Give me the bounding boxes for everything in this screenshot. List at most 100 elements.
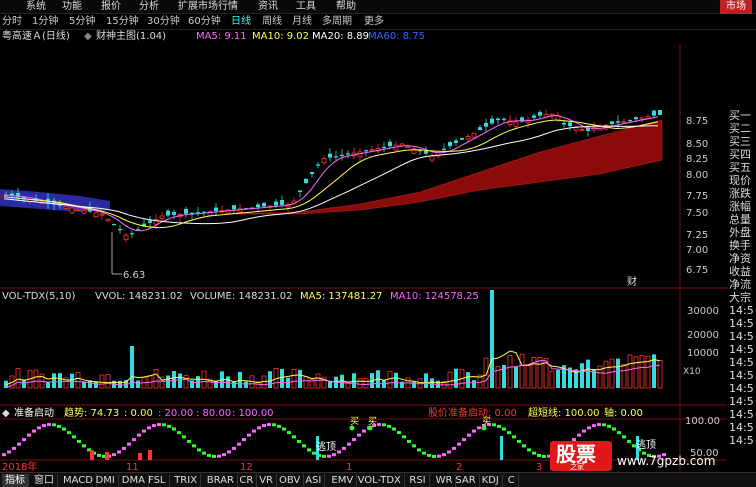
sub-dot	[232, 446, 236, 450]
tab-vol-tdx[interactable]: VOL-TDX	[355, 474, 405, 487]
sub-dot	[82, 444, 86, 448]
candle-body	[405, 146, 411, 149]
kline-chart[interactable]: 6.63 财 8.75 8.50 8.25 8.00 7.75 7.50 7.2…	[0, 44, 727, 472]
tab-emv[interactable]: EMV	[328, 474, 358, 487]
quote-field-label: 涨幅	[729, 200, 751, 213]
candle-body	[99, 213, 105, 216]
period-weekly[interactable]: 周线	[262, 15, 282, 29]
sub-dot	[287, 431, 291, 435]
tab-fsl[interactable]: FSL	[145, 474, 170, 487]
menu-system[interactable]: 系统	[26, 0, 46, 14]
candle-body	[81, 209, 87, 214]
menu-function[interactable]: 功能	[62, 0, 82, 14]
menu-tools[interactable]: 工具	[296, 0, 316, 14]
sub-dot	[147, 426, 151, 430]
candle-body	[310, 172, 314, 174]
sub-dot	[462, 438, 466, 442]
volume-label: VOLUME: 148231.02	[190, 291, 293, 302]
vol-tick: 20000	[687, 330, 719, 341]
sub-dot	[537, 453, 541, 457]
sub-dot	[2, 453, 6, 457]
sub-dot	[322, 454, 326, 458]
volume-bar	[183, 375, 189, 389]
volume-bar	[82, 381, 86, 388]
volume-bar	[412, 381, 416, 388]
period-30min[interactable]: 30分钟	[147, 15, 180, 29]
menu-help[interactable]: 帮助	[336, 0, 356, 14]
candle-body	[478, 127, 482, 130]
volume-bar	[627, 354, 633, 389]
menu-news[interactable]: 资讯	[258, 0, 278, 14]
candle-body	[429, 155, 435, 161]
sub-dot	[117, 450, 121, 454]
period-daily[interactable]: 日线	[231, 15, 251, 29]
tab-rsi[interactable]: RSI	[406, 474, 430, 487]
sub-dot	[607, 424, 611, 428]
candle-body	[484, 122, 488, 127]
indicator-name[interactable]: 财神主图(1.04)	[96, 30, 166, 44]
quote-field-label: 大宗	[729, 291, 751, 304]
candle-body	[105, 218, 111, 222]
tab--[interactable]: 指标	[2, 474, 29, 487]
quote-field-label: 买三	[729, 135, 751, 148]
tab-vr[interactable]: VR	[256, 474, 277, 487]
tick-time: 14:5	[729, 330, 754, 343]
sub-dot	[617, 431, 621, 435]
sub-dot	[97, 453, 101, 457]
period-intraday[interactable]: 分时	[2, 15, 22, 29]
price-tick: 7.50	[686, 208, 708, 219]
period-1min[interactable]: 1分钟	[32, 15, 58, 29]
date-label: 1	[346, 462, 352, 472]
menu-ext-market[interactable]: 扩展市场行情	[178, 0, 238, 14]
tab-brar[interactable]: BRAR	[204, 474, 238, 487]
tab-cr[interactable]: CR	[236, 474, 258, 487]
volume-bar	[616, 358, 620, 388]
volume-bar	[633, 356, 639, 389]
sub-title[interactable]: 准备启动	[14, 406, 54, 419]
tab-dmi[interactable]: DMI	[93, 474, 119, 487]
date-axis: 2018年 11 12 1 2 3	[2, 460, 542, 472]
sub-dot	[347, 442, 351, 446]
period-more[interactable]: 更多	[364, 15, 384, 29]
candle-body	[364, 150, 368, 152]
sub-dot	[582, 429, 586, 433]
tab-asi[interactable]: ASI	[302, 474, 326, 487]
period-15min[interactable]: 15分钟	[106, 15, 139, 29]
tab-kdj[interactable]: KDJ	[479, 474, 503, 487]
sub-dropdown-icon[interactable]: ◆	[2, 408, 10, 419]
volume-bar	[268, 371, 272, 388]
menu-analysis[interactable]: 分析	[139, 0, 159, 14]
sub-dot	[392, 427, 396, 431]
market-button[interactable]: 市场	[720, 0, 752, 14]
period-multi[interactable]: 多周期	[322, 15, 352, 29]
axis-label: 轴: 0.00	[604, 406, 643, 419]
menu-quote[interactable]: 报价	[101, 0, 121, 14]
super-short-label: 超短线: 100.00	[528, 406, 600, 419]
tab--[interactable]: 窗口	[31, 474, 58, 487]
candle-body	[274, 201, 278, 206]
tab-macd[interactable]: MACD	[60, 474, 97, 487]
candle-body	[460, 138, 464, 140]
tab-sar[interactable]: SAR	[452, 474, 480, 487]
period-5min[interactable]: 5分钟	[69, 15, 95, 29]
buy-label: 买	[350, 416, 359, 427]
tick-time: 14:5	[729, 343, 754, 356]
tab-c[interactable]: C	[505, 474, 519, 487]
period-60min[interactable]: 60分钟	[188, 15, 221, 29]
sub-tick: 100.00	[685, 416, 720, 427]
escape-top-bar	[500, 436, 503, 460]
tab-obv[interactable]: OBV	[276, 474, 305, 487]
dropdown-icon[interactable]: ◆	[84, 30, 92, 44]
period-monthly[interactable]: 月线	[292, 15, 312, 29]
volume-bar	[352, 373, 356, 388]
sub-dot	[17, 442, 21, 446]
tab-trix[interactable]: TRIX	[171, 474, 202, 487]
volume-title[interactable]: VOL-TDX(5,10)	[2, 291, 75, 302]
sub-dot	[477, 426, 481, 430]
quote-field-label: 涨跌	[729, 187, 751, 200]
sub-dot	[247, 433, 251, 437]
sub-dot	[52, 423, 56, 427]
vvol-label: VVOL: 148231.02	[95, 291, 183, 302]
candle-body	[130, 233, 134, 235]
sub-dot	[267, 423, 271, 427]
